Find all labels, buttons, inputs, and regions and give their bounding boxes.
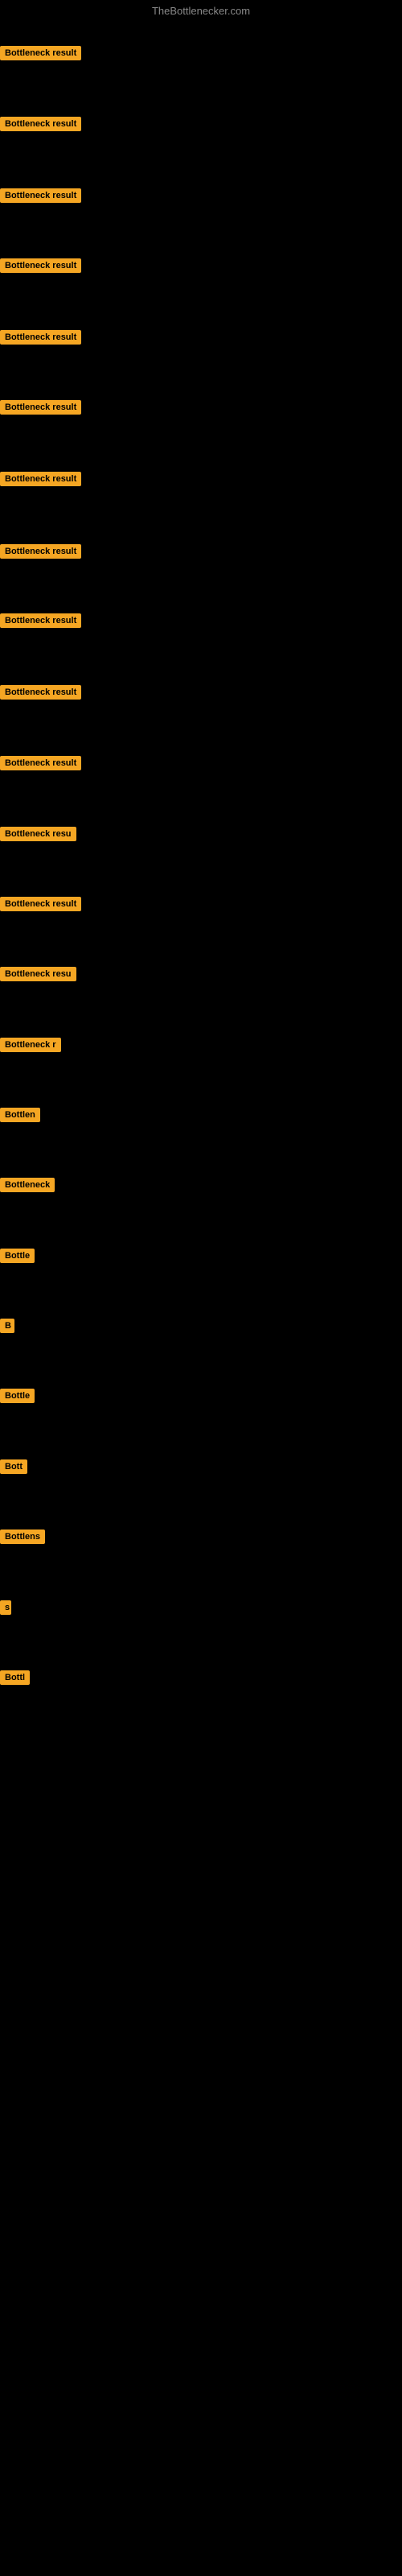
result-row-24: Bottl xyxy=(0,1670,402,1689)
bottleneck-badge-17[interactable]: Bottleneck xyxy=(0,1178,55,1192)
page-wrapper: TheBottlenecker.com Bottleneck result Bot… xyxy=(0,0,402,2576)
result-row-17: Bottleneck xyxy=(0,1178,402,1196)
result-row-23: s xyxy=(0,1600,402,1619)
result-row-9: Bottleneck result xyxy=(0,613,402,632)
result-row-14: Bottleneck resu xyxy=(0,967,402,985)
bottleneck-badge-3[interactable]: Bottleneck result xyxy=(0,188,81,203)
result-row-3: Bottleneck result xyxy=(0,188,402,207)
result-row-19: B xyxy=(0,1319,402,1337)
bottleneck-badge-2[interactable]: Bottleneck result xyxy=(0,117,81,131)
bottleneck-badge-23[interactable]: s xyxy=(0,1600,11,1615)
bottleneck-badge-4[interactable]: Bottleneck result xyxy=(0,258,81,273)
bottleneck-badge-1[interactable]: Bottleneck result xyxy=(0,46,81,60)
bottleneck-badge-18[interactable]: Bottle xyxy=(0,1249,35,1263)
bottleneck-badge-21[interactable]: Bott xyxy=(0,1459,27,1474)
result-row-4: Bottleneck result xyxy=(0,258,402,277)
result-row-2: Bottleneck result xyxy=(0,117,402,135)
bottleneck-badge-19[interactable]: B xyxy=(0,1319,14,1333)
bottleneck-badge-20[interactable]: Bottle xyxy=(0,1389,35,1403)
result-row-16: Bottlen xyxy=(0,1108,402,1126)
bottleneck-badge-11[interactable]: Bottleneck result xyxy=(0,756,81,770)
result-row-8: Bottleneck result xyxy=(0,544,402,563)
bottleneck-badge-10[interactable]: Bottleneck result xyxy=(0,685,81,700)
result-row-21: Bott xyxy=(0,1459,402,1478)
bottleneck-badge-5[interactable]: Bottleneck result xyxy=(0,330,81,345)
result-row-18: Bottle xyxy=(0,1249,402,1267)
bottleneck-badge-22[interactable]: Bottlens xyxy=(0,1530,45,1544)
result-row-6: Bottleneck result xyxy=(0,400,402,419)
bottleneck-badge-6[interactable]: Bottleneck result xyxy=(0,400,81,415)
bottleneck-badge-24[interactable]: Bottl xyxy=(0,1670,30,1685)
bottleneck-badge-16[interactable]: Bottlen xyxy=(0,1108,40,1122)
bottleneck-badge-15[interactable]: Bottleneck r xyxy=(0,1038,61,1052)
result-row-12: Bottleneck resu xyxy=(0,827,402,845)
result-row-22: Bottlens xyxy=(0,1530,402,1548)
bottleneck-badge-7[interactable]: Bottleneck result xyxy=(0,472,81,486)
bottleneck-badge-12[interactable]: Bottleneck resu xyxy=(0,827,76,841)
result-row-20: Bottle xyxy=(0,1389,402,1407)
result-row-11: Bottleneck result xyxy=(0,756,402,774)
result-row-5: Bottleneck result xyxy=(0,330,402,349)
result-row-10: Bottleneck result xyxy=(0,685,402,704)
bottleneck-badge-9[interactable]: Bottleneck result xyxy=(0,613,81,628)
bottleneck-badge-14[interactable]: Bottleneck resu xyxy=(0,967,76,981)
bottleneck-badge-13[interactable]: Bottleneck result xyxy=(0,897,81,911)
result-row-1: Bottleneck result xyxy=(0,46,402,64)
result-row-7: Bottleneck result xyxy=(0,472,402,490)
bottleneck-badge-8[interactable]: Bottleneck result xyxy=(0,544,81,559)
site-title: TheBottlenecker.com xyxy=(0,0,402,22)
result-row-13: Bottleneck result xyxy=(0,897,402,915)
result-row-15: Bottleneck r xyxy=(0,1038,402,1056)
